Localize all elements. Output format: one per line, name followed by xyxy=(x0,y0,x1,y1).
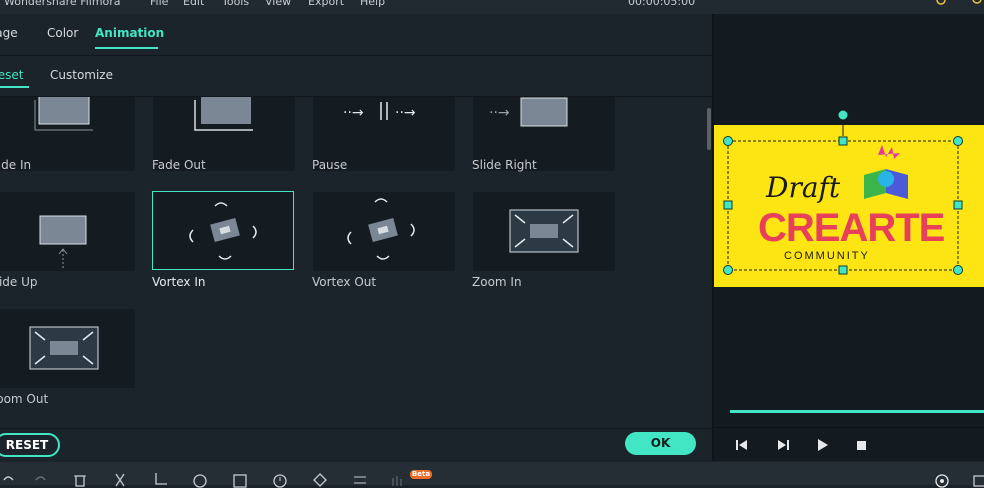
menu-export[interactable]: Export xyxy=(308,0,344,8)
preset-zoom-in[interactable] xyxy=(473,192,615,271)
animation-subtabs: Preset Customize xyxy=(0,56,712,97)
adjust-icon[interactable] xyxy=(352,472,368,488)
beta-badge: Beta xyxy=(410,470,432,479)
vortex-in-icon xyxy=(189,202,257,260)
next-frame-icon[interactable] xyxy=(774,436,792,454)
preset-label: Zoom Out xyxy=(0,392,49,406)
menu-tools[interactable]: Tools xyxy=(222,0,249,8)
timecode-display: 00:00:05:00 xyxy=(628,0,696,8)
preset-label: Pause xyxy=(312,158,348,172)
preview-canvas[interactable]: Draft CREARTE COMMUNITY xyxy=(714,125,984,287)
panel-action-bar xyxy=(0,428,712,462)
scissors-icon[interactable] xyxy=(112,472,128,488)
ok-button[interactable]: OK xyxy=(625,432,696,455)
undo-icon[interactable] xyxy=(0,472,16,488)
previous-frame-icon[interactable] xyxy=(733,436,751,454)
more-tools-icon[interactable] xyxy=(972,472,984,488)
delete-icon[interactable] xyxy=(72,472,88,488)
reset-button[interactable]: RESET xyxy=(0,433,60,457)
preset-label: Slide Right xyxy=(472,158,537,172)
crop-icon[interactable] xyxy=(152,472,168,488)
preset-scrollbar[interactable] xyxy=(707,108,711,150)
preset-grid: Fade In Fade Out ··→ ··→ Pause ··→ Slide… xyxy=(0,97,706,427)
selection-box[interactable] xyxy=(714,125,984,287)
vortex-out-icon xyxy=(347,198,415,260)
slide-up-icon xyxy=(39,215,87,268)
tab-color[interactable]: Color xyxy=(47,26,78,40)
tab-animation[interactable]: Animation xyxy=(95,26,164,40)
preset-vortex-out[interactable] xyxy=(313,192,455,271)
play-icon[interactable] xyxy=(813,436,831,454)
preset-label: Vortex In xyxy=(152,275,206,289)
menu-edit[interactable]: Edit xyxy=(183,0,204,8)
subtab-preset[interactable]: Preset xyxy=(0,68,23,82)
preset-vortex-in[interactable] xyxy=(152,191,294,270)
preset-label: Fade Out xyxy=(152,158,206,172)
controls-divider xyxy=(714,427,984,428)
color-palette-icon[interactable] xyxy=(192,472,208,488)
zoom-out-icon xyxy=(29,326,99,370)
render-preview-icon[interactable] xyxy=(934,472,950,488)
menu-bar: Wondershare Filmora File Edit Tools View… xyxy=(0,0,984,14)
speed-icon[interactable] xyxy=(272,472,288,488)
menu-view[interactable]: View xyxy=(265,0,291,8)
menu-help[interactable]: Help xyxy=(360,0,385,8)
svg-text:··→: ··→ xyxy=(343,105,364,121)
active-tab-indicator xyxy=(95,47,158,49)
zoom-in-icon xyxy=(509,209,579,253)
timeline-toolbar xyxy=(0,462,984,485)
svg-text:··→: ··→ xyxy=(395,105,416,121)
preset-label: Slide Up xyxy=(0,275,38,289)
playback-progress-bar[interactable] xyxy=(730,410,984,413)
subtab-customize[interactable]: Customize xyxy=(50,68,113,82)
audio-waveform-icon[interactable] xyxy=(390,472,406,488)
preset-label: Fade In xyxy=(0,158,32,172)
preset-zoom-out[interactable] xyxy=(0,309,135,388)
user-account-icon[interactable] xyxy=(970,0,984,6)
app-title: Wondershare Filmora xyxy=(4,0,121,8)
active-subtab-indicator xyxy=(0,86,29,88)
property-tabs: Image Color Animation xyxy=(0,14,712,56)
rotate-handle[interactable] xyxy=(834,108,854,138)
keyframe-icon[interactable] xyxy=(312,472,328,488)
green-screen-icon[interactable] xyxy=(232,472,248,488)
preset-label: Vortex Out xyxy=(312,275,377,289)
menu-file[interactable]: File xyxy=(150,0,168,8)
tab-image[interactable]: Image xyxy=(0,26,18,40)
preset-label: Zoom In xyxy=(472,275,522,289)
lightbulb-icon[interactable] xyxy=(935,0,947,7)
preset-slide-up[interactable] xyxy=(0,192,135,271)
svg-text:··→: ··→ xyxy=(489,105,510,121)
stop-icon[interactable] xyxy=(852,436,870,454)
redo-icon[interactable] xyxy=(33,472,49,488)
